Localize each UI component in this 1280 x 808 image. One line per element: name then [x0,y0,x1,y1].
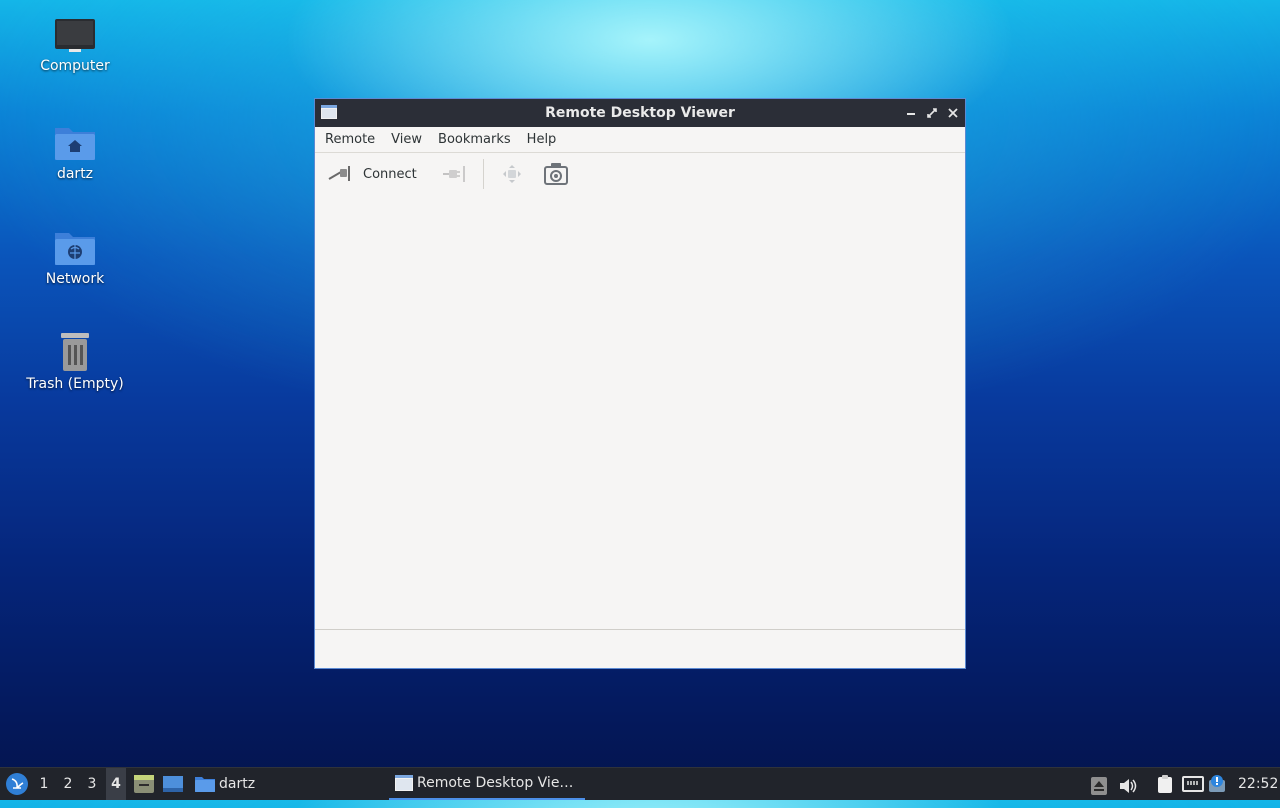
app-menu-button[interactable] [5,772,29,796]
status-bar [315,629,965,668]
task-remote-desktop-viewer[interactable]: Remote Desktop Vie… [389,768,585,800]
camera-icon [544,163,568,185]
task-dartz-label: dartz [219,776,256,792]
network-wired-icon [1182,776,1204,792]
minimize-icon [907,113,915,115]
eject-icon [1091,777,1107,795]
update-alert-icon [1209,775,1225,792]
menubar: Remote View Bookmarks Help [315,127,965,153]
tray-network[interactable] [1182,774,1204,794]
close-button[interactable] [945,105,961,121]
menu-view[interactable]: View [383,127,430,152]
trash-icon [61,333,89,371]
folder-icon [195,777,215,792]
disconnect-button[interactable] [441,159,469,189]
tray-eject-button[interactable] [1091,775,1107,795]
task-dartz-folder[interactable]: dartz [194,768,255,800]
workspace-4[interactable]: 4 [106,768,126,800]
tray-clock[interactable]: 22:52 [1238,768,1278,800]
remote-desktop-viewer-window: Remote Desktop Viewer Remote View Bookma… [314,98,966,669]
desktop-icon-trash[interactable]: Trash (Empty) [15,330,135,392]
connect-label: Connect [363,166,417,182]
desktop-icon-label: Trash (Empty) [26,376,124,392]
menu-bookmarks[interactable]: Bookmarks [430,127,519,152]
connect-button[interactable]: Connect [327,159,417,189]
disconnect-plug-icon [443,166,465,182]
maximize-icon [927,108,937,118]
quicklaunch-desktop[interactable] [162,774,184,794]
computer-icon [55,19,95,52]
tray-clipboard[interactable] [1155,774,1175,794]
workspace-1[interactable]: 1 [34,768,54,800]
fullscreen-button[interactable] [500,159,524,189]
task-remote-desktop-label: Remote Desktop Vie… [417,775,574,791]
window-titlebar[interactable]: Remote Desktop Viewer [315,99,965,127]
remote-view-area[interactable] [315,195,965,630]
desktop-icon-network[interactable]: Network [15,227,135,287]
desktop-icon-label: dartz [56,166,94,182]
screenshot-button[interactable] [543,159,569,189]
desktop-icon-home-folder[interactable]: dartz [15,122,135,182]
network-folder-icon [55,233,95,265]
connect-plug-icon [328,166,350,181]
tray-volume[interactable] [1118,775,1138,793]
toolbar: Connect [315,153,965,196]
lubuntu-logo-icon [6,773,28,795]
toolbar-separator [483,159,484,189]
home-folder-icon [55,128,95,160]
tray-update-notifier[interactable] [1208,774,1228,794]
workspace-3[interactable]: 3 [82,768,102,800]
desktop-icon-label: Network [45,271,105,287]
show-desktop-icon [163,776,183,792]
minimize-button[interactable] [903,105,919,121]
window-title: Remote Desktop Viewer [545,105,735,121]
close-icon [948,108,958,118]
desktop-icon-label: Computer [40,58,110,74]
desktop-icon-computer[interactable]: Computer [15,18,135,74]
move-arrows-icon [503,165,521,183]
menu-remote[interactable]: Remote [317,127,383,152]
taskbar: 1 2 3 4 dartz Remote Desktop Vie… 22:52 [0,767,1280,800]
menu-help[interactable]: Help [519,127,565,152]
workspace-2[interactable]: 2 [58,768,78,800]
volume-icon [1120,779,1137,793]
quicklaunch-file-manager[interactable] [133,774,155,794]
task-app-icon [395,775,413,791]
maximize-button[interactable] [924,105,940,121]
file-manager-icon [134,775,154,793]
clipboard-icon [1158,775,1172,793]
